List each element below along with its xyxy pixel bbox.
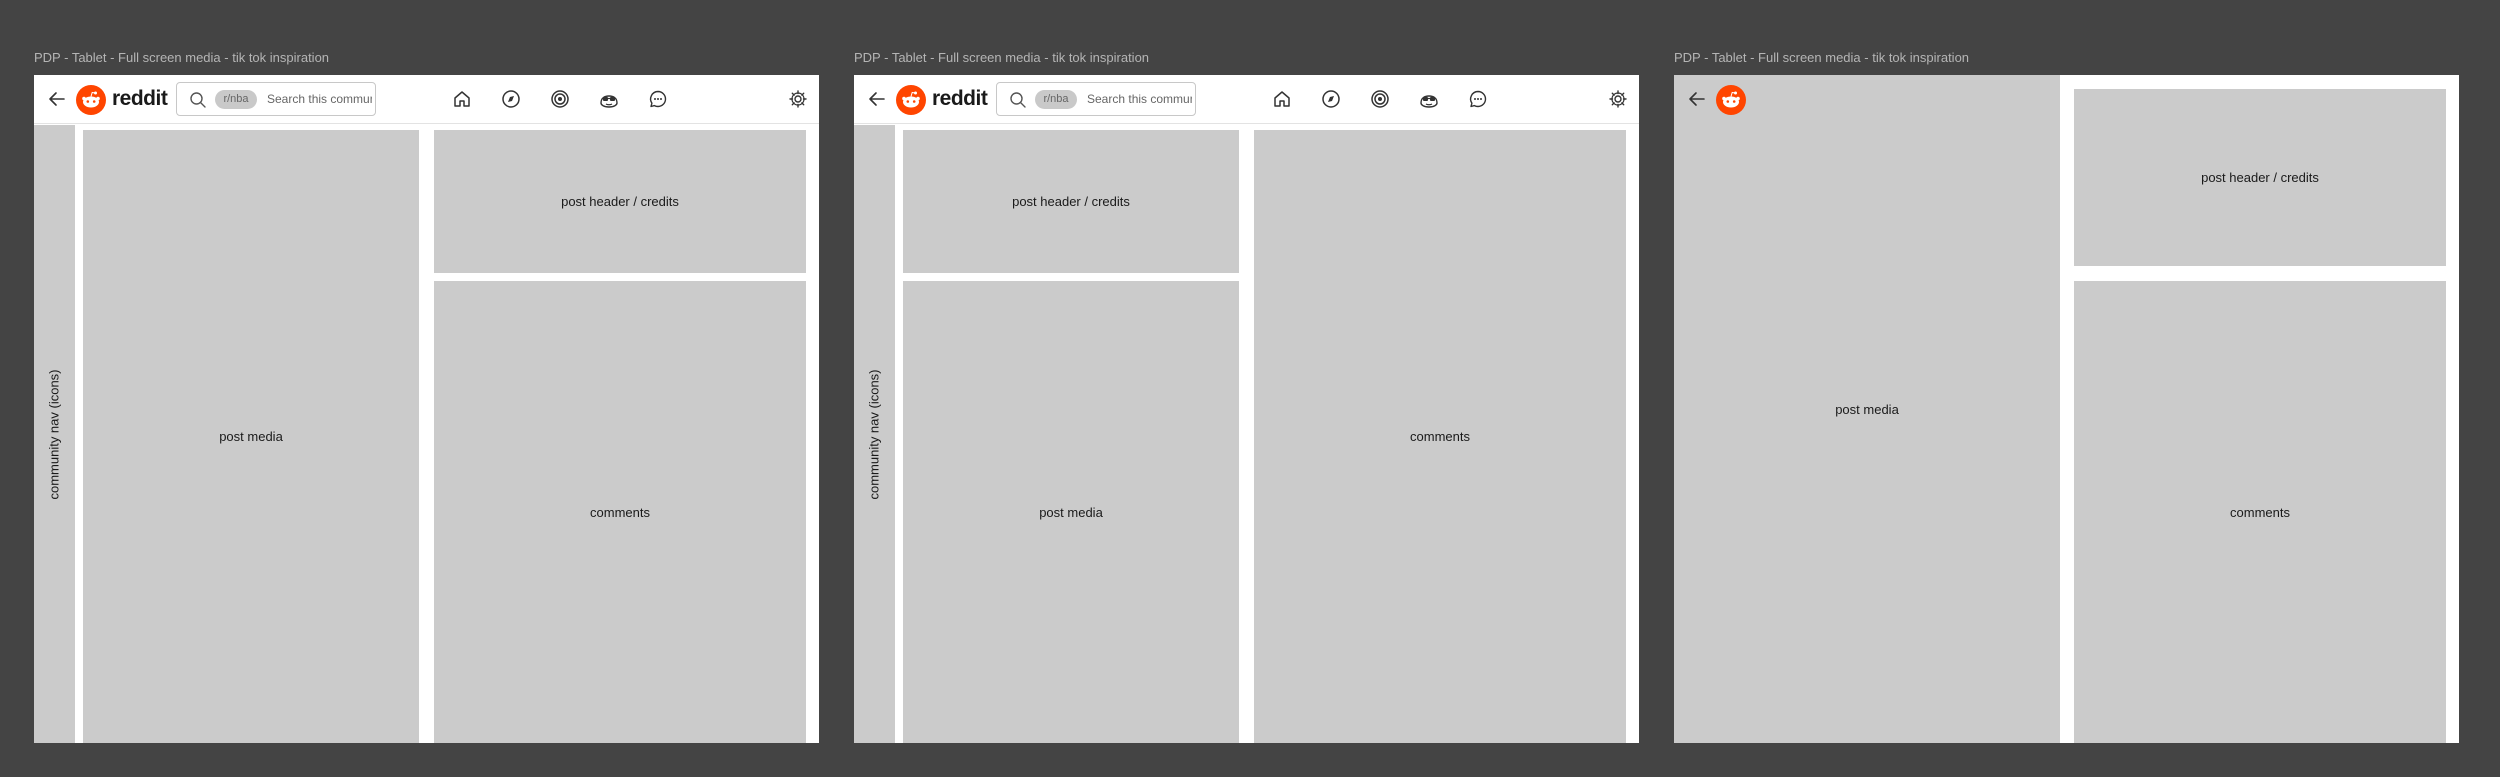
compass-icon[interactable] [1320, 88, 1342, 110]
post-media-panel[interactable]: post media [83, 130, 419, 743]
gear-icon[interactable] [1608, 89, 1630, 111]
back-arrow-icon[interactable] [46, 88, 68, 110]
post-header-panel: post header / credits [2074, 89, 2446, 266]
panel-label: post media [1835, 401, 1899, 417]
post-header-panel: post header / credits [903, 130, 1239, 273]
chat-bubble-icon[interactable] [647, 88, 669, 110]
comments-panel[interactable]: comments [2074, 281, 2446, 743]
community-nav-panel: community nav (icons) [34, 125, 75, 743]
reddit-logo-icon[interactable] [896, 85, 926, 115]
back-arrow-icon[interactable] [866, 88, 888, 110]
search-bar[interactable]: r/nba [996, 82, 1196, 116]
panel-label: comments [1410, 429, 1470, 444]
target-icon[interactable] [549, 88, 571, 110]
top-header: reddit r/nba [34, 75, 819, 124]
search-icon [1009, 91, 1027, 109]
reddit-logo-icon[interactable] [76, 85, 106, 115]
tablet-frame-3: post media post header / credits comment… [1674, 75, 2459, 743]
community-nav-panel: community nav (icons) [854, 125, 895, 743]
reddit-wordmark[interactable]: reddit [112, 87, 168, 111]
snoo-sunglasses-icon[interactable] [598, 88, 620, 110]
top-header: reddit r/nba [854, 75, 1639, 124]
home-icon[interactable] [1271, 88, 1293, 110]
back-arrow-icon[interactable] [1686, 88, 1708, 110]
panel-label: post header / credits [561, 194, 679, 209]
tablet-frame-2: reddit r/nba community nav (icons) [854, 75, 1639, 743]
tablet-frame-1: reddit r/nba community nav (icons) [34, 75, 819, 743]
panel-label: community nav (icons) [47, 368, 63, 500]
search-icon [189, 91, 207, 109]
reddit-logo-icon[interactable] [1716, 85, 1746, 115]
post-header-panel: post header / credits [434, 130, 806, 273]
frame-title: PDP - Tablet - Full screen media - tik t… [854, 50, 1150, 65]
panel-label: comments [590, 504, 650, 520]
comments-panel[interactable]: comments [434, 281, 806, 743]
target-icon[interactable] [1369, 88, 1391, 110]
panel-label: post header / credits [2201, 170, 2319, 185]
search-input[interactable] [267, 89, 372, 109]
frame-title: PDP - Tablet - Full screen media - tik t… [34, 50, 330, 65]
panel-label: post media [219, 429, 283, 444]
post-media-panel[interactable]: post media [903, 281, 1239, 743]
community-chip[interactable]: r/nba [215, 90, 257, 109]
post-media-panel[interactable]: post media [1674, 75, 2060, 743]
search-bar[interactable]: r/nba [176, 82, 376, 116]
search-input[interactable] [1087, 89, 1192, 109]
panel-label: post header / credits [1012, 194, 1130, 209]
compass-icon[interactable] [500, 88, 522, 110]
reddit-wordmark[interactable]: reddit [932, 87, 988, 111]
panel-label: community nav (icons) [867, 368, 883, 500]
home-icon[interactable] [451, 88, 473, 110]
frame-title: PDP - Tablet - Full screen media - tik t… [1674, 50, 1970, 65]
panel-label: post media [1039, 504, 1103, 520]
panel-label: comments [2230, 504, 2290, 520]
chat-bubble-icon[interactable] [1467, 88, 1489, 110]
comments-panel[interactable]: comments [1254, 130, 1626, 743]
snoo-sunglasses-icon[interactable] [1418, 88, 1440, 110]
community-chip[interactable]: r/nba [1035, 90, 1077, 109]
gear-icon[interactable] [788, 89, 810, 111]
